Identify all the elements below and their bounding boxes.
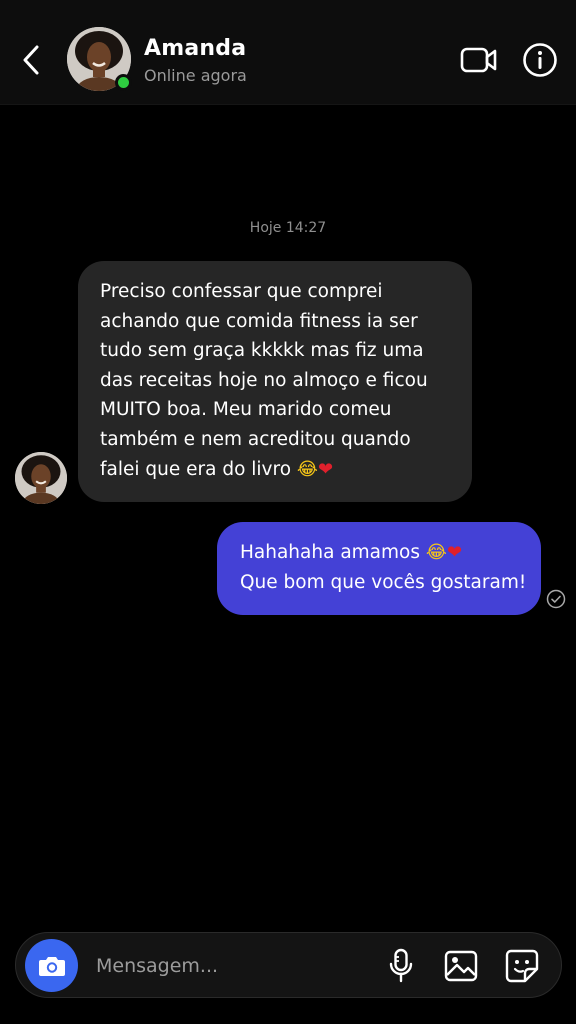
- sticker-button[interactable]: [504, 947, 540, 985]
- incoming-message-bubble[interactable]: Preciso confessar que comprei achando qu…: [78, 261, 472, 502]
- message-text: falei que era do livro: [100, 458, 292, 480]
- message-composer: [15, 932, 562, 998]
- message-timestamp: Hoje 14:27: [249, 220, 327, 236]
- image-icon: [444, 950, 478, 982]
- contact-avatar[interactable]: [67, 27, 132, 91]
- laughing-emoji: 😂: [296, 458, 318, 480]
- chat-header: Amanda Online agora: [0, 0, 576, 105]
- message-line: Hahahaha amamos 😂❤: [240, 538, 531, 568]
- chevron-left-icon: [23, 45, 39, 75]
- camera-icon: [38, 956, 65, 976]
- check-circle-icon: [546, 589, 566, 609]
- sender-avatar[interactable]: [15, 452, 67, 504]
- contact-name[interactable]: Amanda: [144, 36, 246, 61]
- camera-button[interactable]: [25, 939, 78, 992]
- message-line: tudo sem graça kkkkk mas fiz uma: [100, 340, 424, 362]
- message-line-last: falei que era do livro 😂❤: [100, 455, 452, 485]
- heart-emoji: ❤: [317, 458, 334, 480]
- info-button[interactable]: [520, 40, 560, 80]
- heart-emoji: ❤: [446, 542, 463, 563]
- message-line: também e nem acreditou quando: [100, 428, 411, 450]
- video-camera-icon: [460, 47, 497, 73]
- message-line: MUITO boa. Meu marido comeu: [100, 399, 392, 421]
- back-button[interactable]: [14, 38, 48, 82]
- outgoing-message-bubble[interactable]: Hahahaha amamos 😂❤ Que bom que vocês gos…: [217, 522, 541, 615]
- gallery-button[interactable]: [443, 947, 479, 985]
- message-input[interactable]: [96, 945, 366, 987]
- message-line: achando que comida fitness ia ser: [100, 310, 418, 332]
- sticker-icon: [505, 949, 539, 983]
- video-call-button[interactable]: [458, 42, 500, 78]
- laughing-emoji: 😂: [425, 542, 447, 563]
- message-line: Preciso confessar que comprei: [100, 281, 383, 302]
- voice-message-button[interactable]: [384, 946, 418, 986]
- message-line: das receitas hoje no almoço e ficou: [100, 369, 428, 391]
- online-indicator: [115, 74, 132, 91]
- contact-status: Online agora: [144, 66, 247, 85]
- info-icon: [523, 43, 557, 77]
- message-line: Que bom que vocês gostaram!: [240, 572, 527, 593]
- chat-screen: Amanda Online agora Hoje 14:27 Preciso c…: [0, 0, 576, 1024]
- message-text: Hahahaha amamos: [240, 542, 420, 563]
- microphone-icon: [389, 948, 413, 983]
